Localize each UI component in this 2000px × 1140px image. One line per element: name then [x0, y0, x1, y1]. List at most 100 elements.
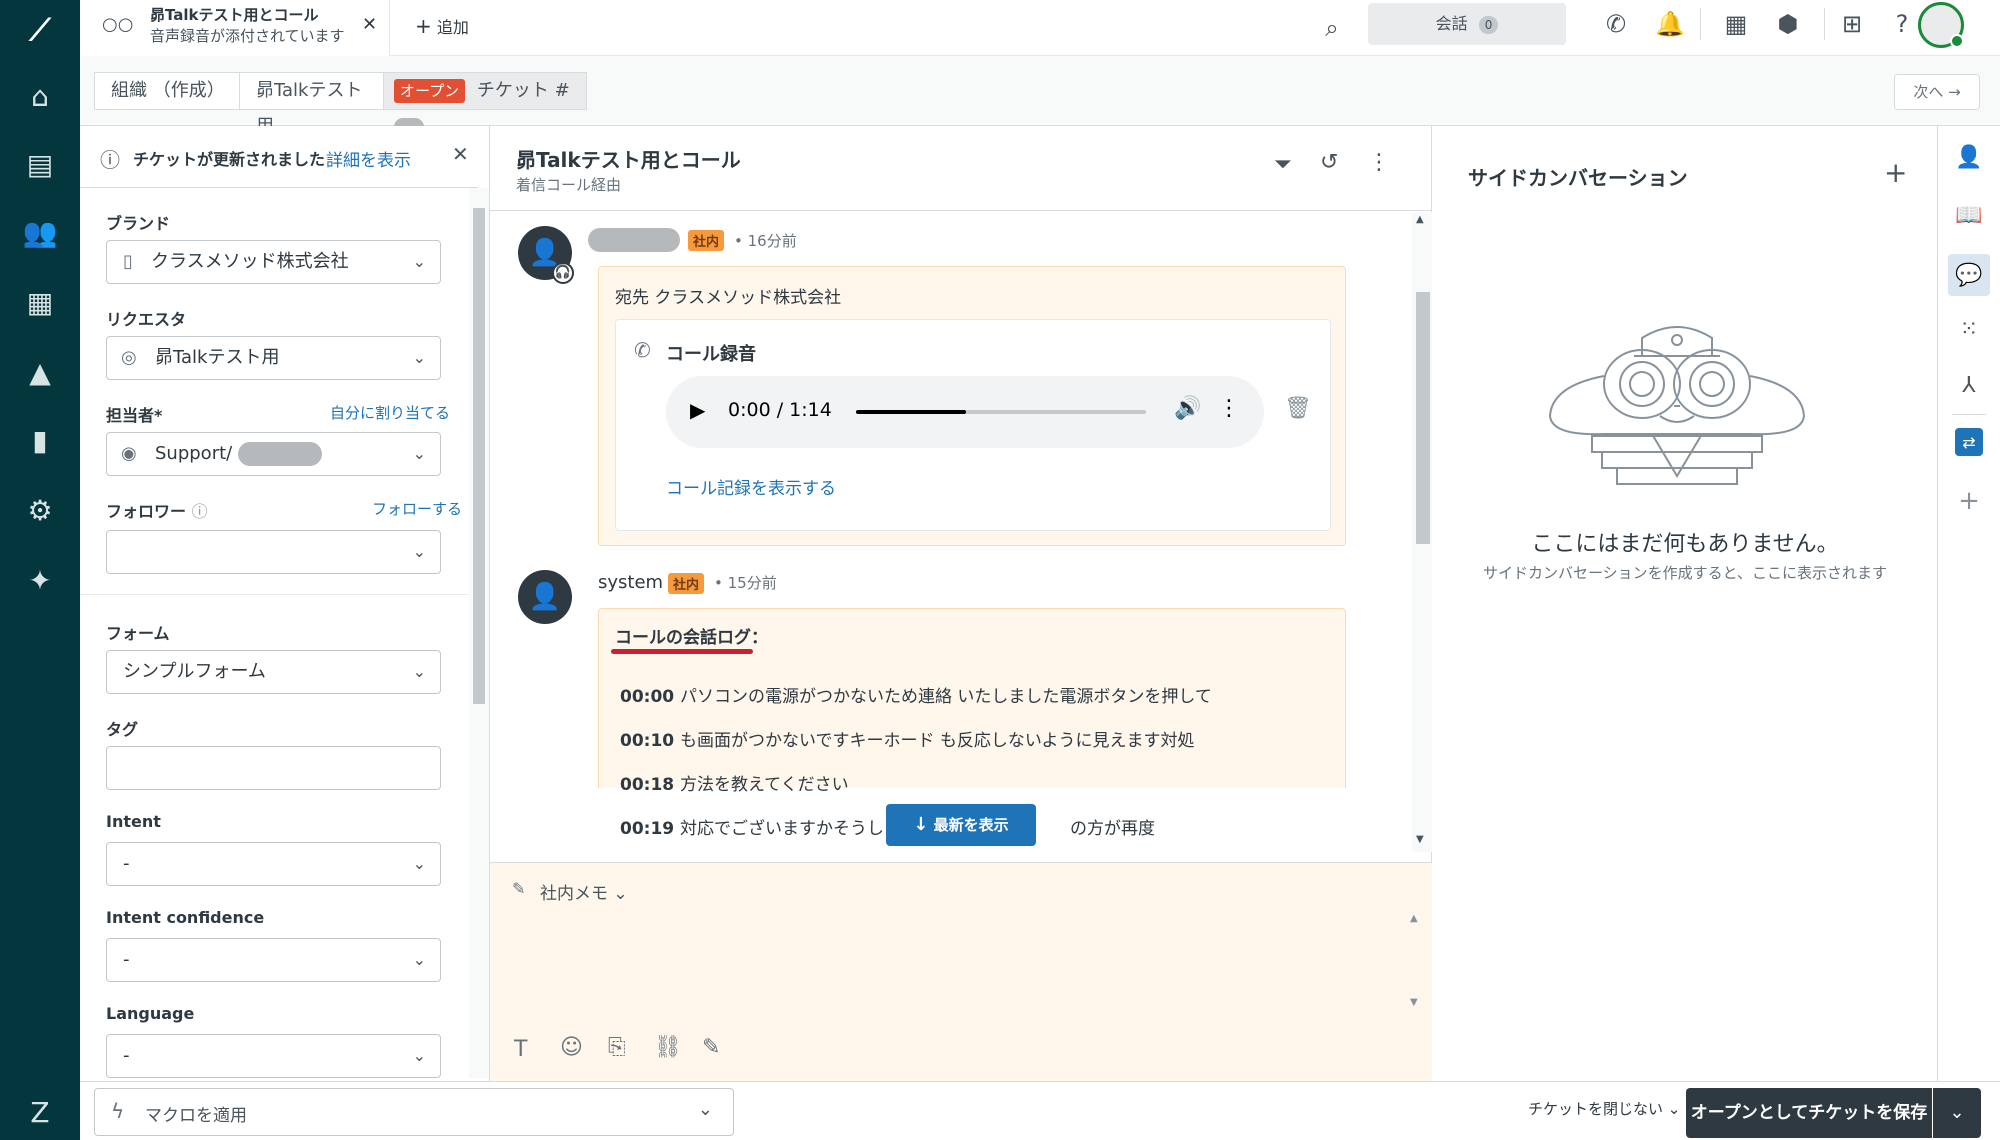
objects-icon[interactable]: ▲: [20, 352, 60, 392]
save-ticket-button[interactable]: オープンとしてチケットを保存: [1686, 1088, 1932, 1138]
followers-select[interactable]: ⌄: [106, 530, 441, 574]
form-select[interactable]: シンプルフォーム ⌄: [106, 650, 441, 694]
link-icon[interactable]: ⛓: [654, 1035, 682, 1060]
emoji-icon[interactable]: ☺: [560, 1035, 583, 1060]
internal-note: 宛先 クラスメソッド株式会社 ✆ コール録音 ▶ 0:00 / 1:14 🔊 ⋮…: [598, 266, 1346, 546]
conversations-button[interactable]: 会話 0: [1368, 3, 1566, 45]
views-icon[interactable]: ▤: [20, 144, 60, 184]
show-latest-button[interactable]: ↓ 最新を表示: [886, 804, 1036, 846]
play-icon[interactable]: ▶: [690, 398, 705, 422]
scrollbar-thumb[interactable]: [1416, 292, 1430, 544]
help-icon[interactable]: ?: [1882, 4, 1922, 44]
scroll-up-icon[interactable]: ▲: [1416, 214, 1424, 225]
save-options-button[interactable]: ⌄: [1933, 1088, 1981, 1138]
audio-progress[interactable]: [856, 410, 1146, 414]
log-text-tail: の方が再度: [1070, 819, 1155, 839]
phone-icon[interactable]: ✆: [1596, 4, 1636, 44]
ticket-number: チケット #: [476, 80, 570, 101]
scroll-down-icon[interactable]: ▼: [1416, 834, 1424, 845]
chevron-down-icon: ⌄: [412, 1046, 426, 1065]
scroll-up-icon[interactable]: ▲: [1410, 913, 1418, 924]
audio-player[interactable]: ▶ 0:00 / 1:14 🔊 ⋮: [666, 376, 1264, 448]
explore-icon[interactable]: ✦: [20, 560, 60, 600]
user-avatar[interactable]: [1918, 2, 1964, 48]
assignee-select[interactable]: ◉ Support/ ⌄: [106, 432, 441, 476]
ticket-tab[interactable]: ○○ 昴Talkテスト用とコール 音声録音が添付されています ✕: [80, 0, 390, 56]
divider: [1952, 414, 1986, 415]
intent-select[interactable]: - ⌄: [106, 842, 441, 886]
crumb-requester[interactable]: 昴Talkテスト用: [239, 72, 384, 137]
apps-grid-icon[interactable]: ⊞: [1832, 4, 1872, 44]
history-icon[interactable]: ↺: [1320, 150, 1338, 175]
integration-app-icon[interactable]: ⇄: [1955, 428, 1983, 456]
composer-scrollbar[interactable]: ▲ ▼: [1410, 913, 1424, 1009]
customers-icon[interactable]: 👥: [20, 212, 60, 252]
search-icon[interactable]: ⌕: [1312, 8, 1352, 48]
left-scrollbar[interactable]: [469, 188, 489, 1078]
tags-input[interactable]: [106, 746, 441, 790]
online-status-dot: [1950, 34, 1964, 48]
intent-confidence-select[interactable]: - ⌄: [106, 938, 441, 982]
top-bar: ○○ 昴Talkテスト用とコール 音声録音が添付されています ✕ + 追加 ⌕ …: [80, 0, 2000, 56]
add-side-conversation-icon[interactable]: +: [1884, 156, 1907, 189]
composer-mode-select[interactable]: 社内メモ ⌄: [540, 879, 628, 904]
ticket-title: 昴Talkテスト用とコール: [516, 148, 741, 172]
close-ticket-toggle[interactable]: チケットを閉じない ⌄: [1528, 1098, 1680, 1119]
side-conversations-title: サイドカンバセーション: [1468, 166, 1688, 190]
phone-icon: ✆: [634, 338, 651, 362]
text-format-icon[interactable]: T: [514, 1037, 527, 1062]
message-time-value: 15分前: [727, 574, 777, 592]
reporting-icon[interactable]: ▮: [20, 420, 60, 460]
cube-icon[interactable]: ⬢: [1768, 4, 1808, 44]
bell-icon[interactable]: 🔔: [1650, 4, 1690, 44]
attachment-icon[interactable]: ⎘: [608, 1035, 626, 1060]
empty-state-title: ここにはまだ何もありません。: [1531, 532, 1839, 557]
notice-details-link[interactable]: 詳細を表示: [326, 146, 411, 171]
trash-icon[interactable]: 🗑: [1284, 396, 1312, 421]
next-button[interactable]: 次へ →: [1894, 74, 1980, 110]
composer[interactable]: ✎ 社内メモ ⌄ ▲ ▼ T ☺ ⎘ ⛓ ✎: [490, 862, 1432, 1081]
internal-badge: 社内: [688, 230, 725, 251]
global-nav-rail: ⟋ ⌂ ▤ 👥 ▦ ▲ ▮ ⚙ ✦ Z: [0, 0, 80, 1140]
assign-self-link[interactable]: 自分に割り当てる: [330, 402, 450, 423]
organizations-icon[interactable]: ▦: [20, 282, 60, 322]
audio-more-icon[interactable]: ⋮: [1218, 396, 1240, 421]
home-icon[interactable]: ⌂: [20, 76, 60, 116]
notice-text: チケットが更新されました: [133, 150, 326, 169]
info-icon: ⓘ: [100, 148, 120, 172]
language-select[interactable]: - ⌄: [106, 1034, 441, 1078]
empty-state-subtitle: サイドカンバセーションを作成すると、ここに表示されます: [1482, 564, 1888, 582]
brand-select[interactable]: ▯ クラスメソッド株式会社 ⌄: [106, 240, 441, 284]
next-label: 次へ: [1913, 83, 1944, 101]
requester-select[interactable]: ◎ 昴Talkテスト用 ⌄: [106, 336, 441, 380]
magic-wand-icon[interactable]: ✎: [702, 1035, 720, 1060]
volume-icon[interactable]: 🔊: [1174, 396, 1201, 421]
admin-gear-icon[interactable]: ⚙: [20, 490, 60, 530]
apps-icon[interactable]: ⁙: [1954, 314, 1984, 344]
call-log-link[interactable]: コール記録を表示する: [666, 474, 836, 499]
log-timestamp: 00:10: [620, 731, 675, 751]
apply-macro-select[interactable]: ϟ マクロを適用 ⌄: [94, 1088, 734, 1136]
scroll-down-icon[interactable]: ▼: [1410, 997, 1418, 1008]
knowledge-icon[interactable]: 📖: [1954, 200, 1984, 230]
add-app-icon[interactable]: +: [1954, 486, 1984, 516]
requester-value: 昴Talkテスト用: [155, 347, 280, 368]
crumb-organization[interactable]: 組織 （作成）: [94, 72, 240, 110]
conversation-scrollbar[interactable]: ▲ ▼: [1412, 212, 1432, 852]
calendar-icon[interactable]: ▦: [1716, 4, 1756, 44]
merge-icon[interactable]: ⅄: [1954, 370, 1984, 400]
customer-context-icon[interactable]: 👤: [1954, 142, 1984, 172]
add-tab-button[interactable]: + 追加: [415, 14, 469, 38]
message-author: system: [598, 572, 664, 593]
filter-icon[interactable]: ⏷: [1274, 152, 1292, 177]
scrollbar-thumb[interactable]: [473, 208, 485, 704]
log-title: コールの会話ログ：: [615, 628, 768, 648]
crumb-ticket[interactable]: オープン チケット #: [383, 72, 587, 136]
close-notice-icon[interactable]: ✕: [452, 142, 469, 166]
chevron-down-icon: ⌄: [412, 854, 426, 873]
side-conversations-icon[interactable]: 💬: [1948, 254, 1990, 296]
more-options-icon[interactable]: ⋮: [1368, 150, 1390, 175]
follow-link[interactable]: フォローする: [372, 498, 462, 519]
close-tab-icon[interactable]: ✕: [362, 14, 377, 35]
zendesk-logo-icon[interactable]: ⟋: [20, 10, 60, 50]
